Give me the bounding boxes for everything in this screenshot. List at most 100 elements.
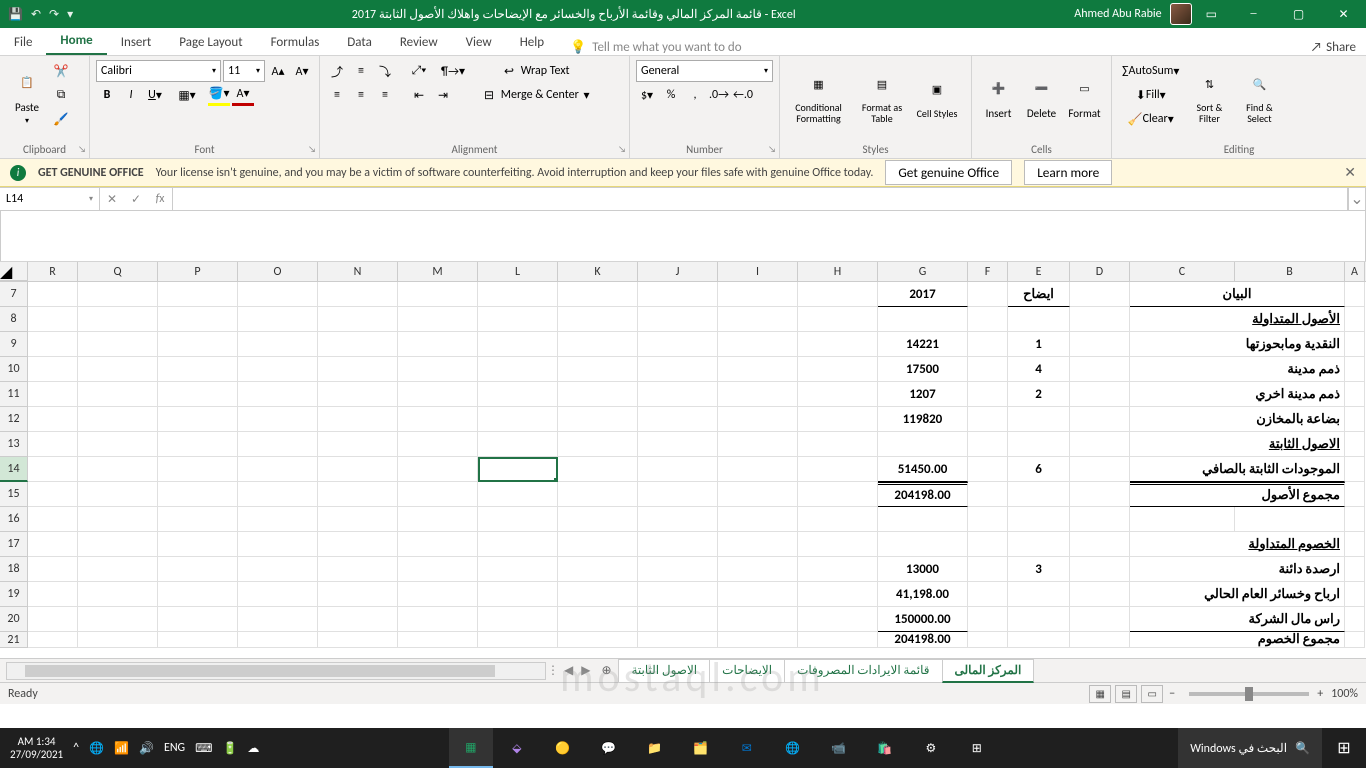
cell-styles-button[interactable]: ▣Cell Styles (913, 60, 961, 132)
col-header-N[interactable]: N (318, 262, 398, 281)
qat-more-icon[interactable]: ▾ (67, 7, 73, 22)
clock[interactable]: AM 1:34 27/09/2021 (10, 735, 63, 761)
minimize-button[interactable]: ─ (1231, 0, 1276, 28)
formula-bar-expanded[interactable] (0, 211, 1366, 261)
cell[interactable] (478, 382, 558, 407)
delete-cells-button[interactable]: ➖Delete (1021, 60, 1062, 132)
row-header[interactable]: 19 (0, 582, 28, 607)
ltr-button[interactable]: ¶→▾ (442, 60, 464, 82)
cell[interactable] (478, 607, 558, 632)
cell[interactable]: ذمم مدينة اخري (1130, 382, 1345, 407)
cell[interactable]: 13000 (878, 557, 968, 582)
cell[interactable] (718, 457, 798, 482)
percent-button[interactable]: % (660, 84, 682, 106)
col-header-Q[interactable]: Q (78, 262, 158, 281)
cell[interactable] (638, 582, 718, 607)
cell[interactable]: 6 (1008, 457, 1070, 482)
cell[interactable] (558, 282, 638, 307)
cell[interactable] (158, 432, 238, 457)
col-header-A[interactable]: A (1345, 262, 1365, 281)
cell[interactable] (478, 632, 558, 648)
indent-inc-button[interactable]: ⇥ (432, 84, 454, 106)
avatar[interactable] (1170, 3, 1192, 25)
cell[interactable] (558, 382, 638, 407)
cell[interactable] (28, 332, 78, 357)
cell[interactable] (878, 507, 968, 532)
cell[interactable] (1070, 607, 1130, 632)
page-layout-view-button[interactable]: ▤ (1115, 685, 1137, 703)
indent-dec-button[interactable]: ⇤ (408, 84, 430, 106)
cell[interactable] (1008, 507, 1070, 532)
cell[interactable] (318, 407, 398, 432)
cell[interactable] (238, 382, 318, 407)
undo-icon[interactable]: ↶ (31, 7, 41, 22)
zoom-out-button[interactable]: − (1169, 687, 1175, 701)
settings-taskbar-icon[interactable]: ⚙ (909, 728, 953, 768)
cell[interactable] (478, 282, 558, 307)
cell[interactable] (1008, 432, 1070, 457)
battery-icon[interactable]: 🔋 (222, 741, 237, 756)
col-header-P[interactable]: P (158, 262, 238, 281)
user-name[interactable]: Ahmed Abu Rabie (1074, 7, 1161, 21)
cell[interactable] (1345, 532, 1365, 557)
cell[interactable] (28, 482, 78, 507)
cell[interactable] (158, 307, 238, 332)
excel-taskbar-icon[interactable]: ▦ (449, 728, 493, 768)
number-format-combo[interactable]: General▾ (636, 60, 773, 82)
cell[interactable]: الخصوم المتداولة (1130, 532, 1345, 557)
cell[interactable] (28, 432, 78, 457)
cell[interactable] (558, 357, 638, 382)
cell[interactable] (158, 482, 238, 507)
cell[interactable]: ايضاح (1008, 282, 1070, 307)
cell[interactable] (238, 532, 318, 557)
cell[interactable] (718, 507, 798, 532)
cell[interactable] (238, 482, 318, 507)
cell[interactable] (238, 407, 318, 432)
windows-search[interactable]: البحث في Windows 🔍 (1178, 728, 1322, 768)
cell[interactable] (1070, 482, 1130, 507)
edge-taskbar-icon[interactable]: 🌐 (771, 728, 815, 768)
cell[interactable] (798, 307, 878, 332)
cell[interactable] (158, 382, 238, 407)
cell[interactable] (718, 432, 798, 457)
cell[interactable] (1008, 482, 1070, 507)
cell[interactable] (1345, 332, 1365, 357)
tab-nav-prev-icon[interactable]: ◀ (560, 663, 577, 678)
cell[interactable] (718, 307, 798, 332)
cell[interactable] (158, 532, 238, 557)
cell[interactable] (158, 607, 238, 632)
cell[interactable]: البيان (1130, 282, 1345, 307)
close-button[interactable]: ✕ (1321, 0, 1366, 28)
cell[interactable] (28, 582, 78, 607)
row-header[interactable]: 16 (0, 507, 28, 532)
cell[interactable]: ارصدة دائنة (1130, 557, 1345, 582)
col-header-D[interactable]: D (1070, 262, 1130, 281)
zoom-thumb[interactable] (1245, 687, 1253, 701)
select-all-corner[interactable]: ◢ (0, 262, 28, 281)
whatsapp-taskbar-icon[interactable]: 💬 (587, 728, 631, 768)
cell[interactable] (968, 532, 1008, 557)
cell[interactable] (238, 582, 318, 607)
cell[interactable]: 2 (1008, 382, 1070, 407)
cell[interactable] (718, 632, 798, 648)
cell[interactable] (718, 382, 798, 407)
cell[interactable] (238, 307, 318, 332)
cell[interactable] (558, 607, 638, 632)
cell[interactable]: الأصول المتداولة (1130, 307, 1345, 332)
cell[interactable] (478, 507, 558, 532)
cell[interactable]: 3 (1008, 557, 1070, 582)
cell[interactable] (1345, 607, 1365, 632)
cell[interactable] (28, 532, 78, 557)
share-button[interactable]: ↗ Share (1311, 40, 1356, 55)
row-header[interactable]: 18 (0, 557, 28, 582)
inc-decimal-button[interactable]: .0→ (708, 84, 730, 106)
spreadsheet-grid[interactable]: ◢RQPONMLKJIHGFEDCBA 72017ايضاحالبيان8الأ… (0, 262, 1366, 658)
cell[interactable] (718, 282, 798, 307)
align-right-button[interactable]: ≡ (374, 84, 396, 106)
scrollbar-thumb[interactable] (25, 665, 495, 677)
cell[interactable] (558, 407, 638, 432)
cell[interactable] (28, 632, 78, 648)
cell[interactable] (28, 607, 78, 632)
cell[interactable] (1070, 582, 1130, 607)
middle-align-button[interactable]: ≡ (350, 60, 372, 82)
